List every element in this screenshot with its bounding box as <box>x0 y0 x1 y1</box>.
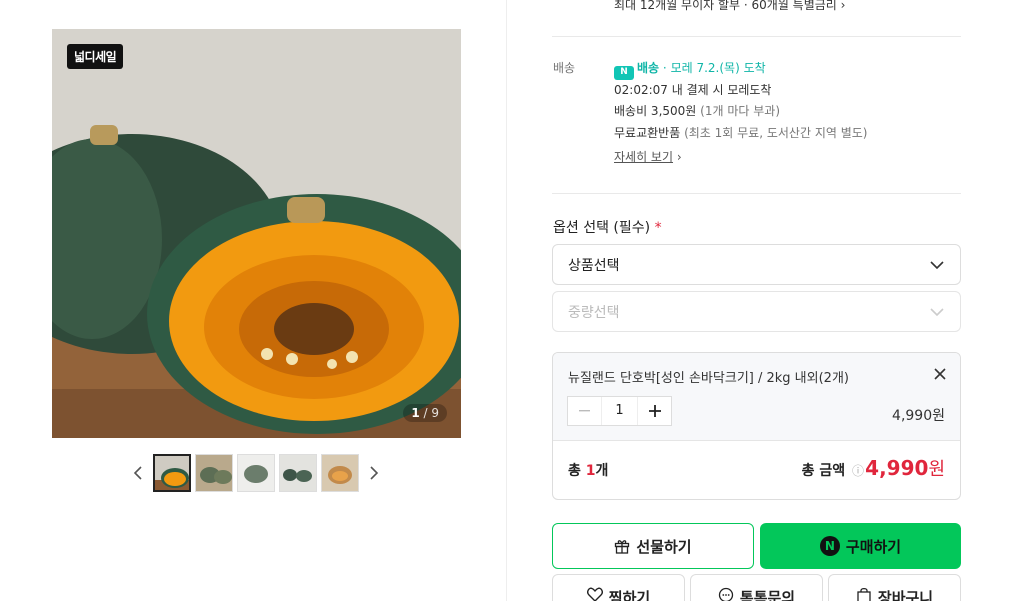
chevron-right-icon: › <box>676 150 682 165</box>
naver-pay-icon: N <box>819 536 840 556</box>
total-price-unit: 원 <box>928 459 945 480</box>
talk-button[interactable]: 톡톡문의 <box>690 574 823 601</box>
minus-icon <box>579 410 590 412</box>
delivery-type: 배송 <box>637 61 660 75</box>
product-main-image[interactable]: 넓디세일 1 / 9 <box>52 29 461 438</box>
counter-total: / 9 <box>423 406 440 420</box>
thumbnail-1[interactable] <box>153 454 191 492</box>
thumbnail-4[interactable] <box>279 454 317 492</box>
section-divider <box>552 36 961 37</box>
installment-text: 최대 12개월 무이자 할부 · 60개월 특별금리 <box>614 0 837 12</box>
shipping-detail-link[interactable]: 자세히 보기 <box>614 150 673 164</box>
chat-icon <box>718 587 734 601</box>
remove-option-button[interactable] <box>934 365 946 384</box>
dot-separator: · <box>662 61 671 75</box>
thumbnail-image <box>280 455 316 491</box>
quantity-stepper: 1 <box>567 396 672 426</box>
delivery-eta: 모레 7.2.(목) 도착 <box>670 61 766 75</box>
info-icon[interactable]: ⓘ <box>852 464 864 478</box>
product-select-value: 상품선택 <box>568 257 620 274</box>
option-title-text: 옵션 선택 (필수) <box>553 220 651 236</box>
total-amount-label-text: 총 금액 <box>801 463 846 479</box>
sale-logo: 넓디세일 <box>67 44 124 69</box>
gift-button[interactable]: 선물하기 <box>552 523 754 569</box>
weight-select-value: 중량선택 <box>568 304 620 321</box>
section-divider <box>552 193 961 194</box>
chevron-right-icon <box>370 466 379 480</box>
shipping-detail-row: 자세히 보기 › <box>614 147 867 169</box>
option-title: 옵션 선택 (필수) * <box>553 217 662 237</box>
selected-option-name: 뉴질랜드 단호박[성인 손바닥크기] / 2kg 내외(2개) <box>568 371 849 386</box>
chevron-down-icon <box>930 307 944 316</box>
thumbnail-image <box>322 455 358 491</box>
prev-thumb-button[interactable] <box>128 454 148 492</box>
shipping-info: N 배송 · 모레 7.2.(목) 도착 02:02:07 내 결제 시 모레도착… <box>614 58 867 169</box>
gift-button-label: 선물하기 <box>636 537 692 556</box>
wish-button-label: 찜하기 <box>608 589 651 601</box>
image-counter: 1 / 9 <box>403 404 447 422</box>
exchange-note: (최초 1회 무료, 도서산간 지역 별도) <box>684 125 868 140</box>
total-price: 4,990원 <box>865 455 945 481</box>
buy-button-label: 구매하기 <box>845 537 902 556</box>
pumpkin-photo <box>52 29 461 438</box>
product-select[interactable]: 상품선택 <box>552 244 961 285</box>
exchange-line: 무료교환반품 (최초 1회 무료, 도서산간 지역 별도) <box>614 123 867 145</box>
thumbnail-3[interactable] <box>237 454 275 492</box>
installment-info[interactable]: 최대 12개월 무이자 할부 · 60개월 특별금리 › <box>614 0 845 13</box>
weight-select[interactable]: 중량선택 <box>552 291 961 332</box>
chevron-left-icon <box>133 466 142 480</box>
gift-icon <box>615 540 630 554</box>
close-icon <box>934 368 946 380</box>
exchange-policy: 무료교환반품 <box>614 125 681 140</box>
total-count-prefix: 총 <box>568 463 586 479</box>
buy-button[interactable]: N 구매하기 <box>760 523 961 569</box>
counter-current: 1 <box>411 406 420 420</box>
thumbnail-image <box>155 456 189 490</box>
chevron-down-icon <box>930 260 944 269</box>
selected-option-box: 뉴질랜드 단호박[성인 손바닥크기] / 2kg 내외(2개) 1 4,990원… <box>552 352 961 500</box>
total-count-suffix: 개 <box>595 463 609 479</box>
total-amount-label: 총 금액 ⓘ <box>802 460 864 480</box>
shipping-fee-note: (1개 마다 부과) <box>700 104 780 119</box>
shipping-label: 배송 <box>553 61 576 75</box>
plus-icon <box>648 405 661 417</box>
quantity-value[interactable]: 1 <box>601 397 638 425</box>
cart-button[interactable]: 장바구니 <box>828 574 961 601</box>
total-count-value: 1 <box>585 463 596 479</box>
thumbnail-image <box>196 455 232 491</box>
talk-button-label: 톡톡문의 <box>739 589 796 601</box>
cart-button-label: 장바구니 <box>877 589 934 601</box>
delivery-timer: 02:02:07 내 결제 시 모레도착 <box>614 82 772 97</box>
heart-icon <box>586 587 603 601</box>
shopping-bag-icon <box>857 587 871 601</box>
next-thumb-button[interactable] <box>364 454 384 492</box>
increase-quantity-button[interactable] <box>638 397 671 425</box>
shipping-eta-line: N 배송 · 모레 7.2.(목) 도착 <box>614 58 867 80</box>
thumbnail-2[interactable] <box>195 454 233 492</box>
option-price: 4,990원 <box>892 408 945 424</box>
total-price-value: 4,990 <box>865 456 929 480</box>
shipping-fee-line: 배송비 3,500원 (1개 마다 부과) <box>614 101 867 123</box>
shipping-fee: 배송비 3,500원 <box>614 104 697 119</box>
decrease-quantity-button[interactable] <box>568 397 601 425</box>
wish-button[interactable]: 찜하기 <box>552 574 685 601</box>
required-mark: * <box>654 220 662 236</box>
thumbnail-strip <box>128 453 384 493</box>
naver-delivery-icon: N <box>614 65 634 80</box>
column-divider <box>506 0 507 601</box>
thumbnail-image <box>238 455 274 491</box>
total-count: 총 1개 <box>568 460 608 480</box>
chevron-right-icon: › <box>840 0 846 12</box>
thumbnail-5[interactable] <box>321 454 359 492</box>
